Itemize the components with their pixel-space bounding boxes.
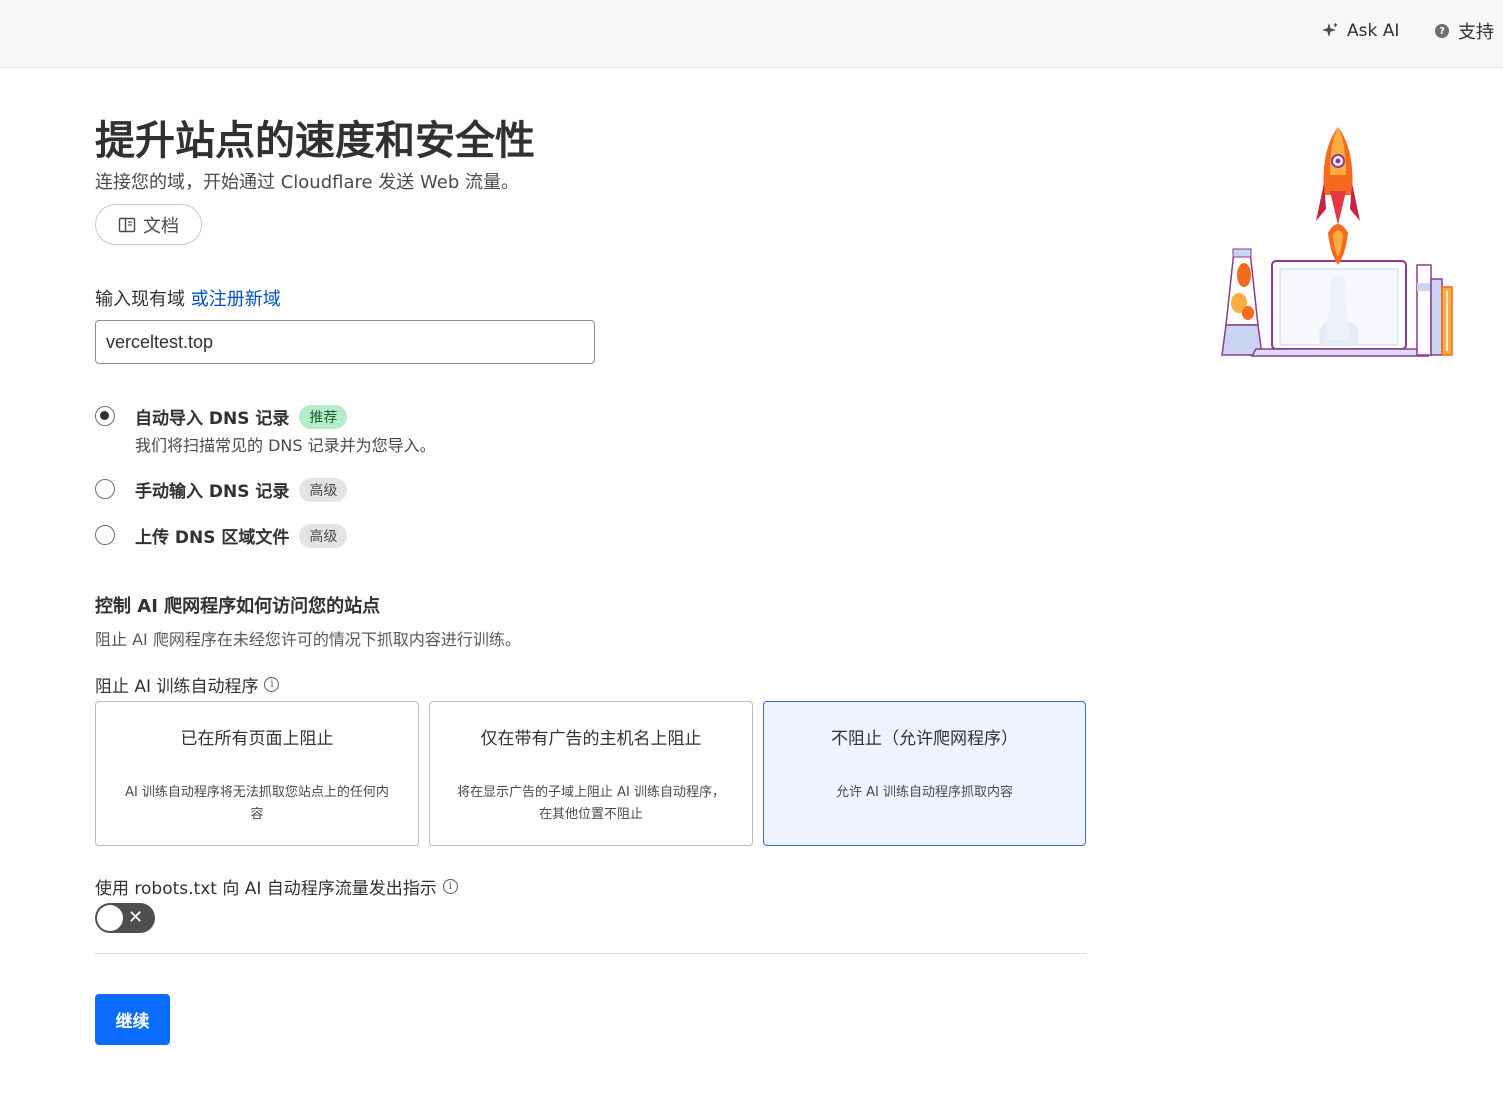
rocket-laptop-illustration <box>1221 127 1453 357</box>
toggle-knob <box>97 905 123 931</box>
divider <box>95 953 1086 954</box>
domain-label: 输入现有域 或注册新域 <box>95 285 281 311</box>
ask-ai-button[interactable]: Ask AI <box>1320 19 1399 43</box>
option-manual-dns[interactable]: 手动输入 DNS 记录 高级 <box>135 477 348 502</box>
advanced-badge: 高级 <box>299 523 348 548</box>
info-icon[interactable]: i <box>264 677 280 692</box>
book-icon <box>118 217 136 232</box>
card-description: AI 训练自动程序将无法抓取您站点上的任何内容 <box>125 785 389 822</box>
domain-input[interactable] <box>95 320 595 364</box>
sparkle-icon <box>1322 22 1338 37</box>
card-title: 已在所有页面上阻止 <box>180 729 334 749</box>
domain-label-text: 输入现有域 <box>95 289 185 310</box>
support-button[interactable]: ? 支持 <box>1435 19 1494 43</box>
robots-txt-label-text: 使用 robots.txt 向 AI 自动程序流量发出指示 <box>95 879 437 899</box>
register-domain-link[interactable]: 或注册新域 <box>191 289 281 310</box>
option-upload-zone-file[interactable]: 上传 DNS 区域文件 高级 <box>135 523 348 548</box>
robots-txt-toggle[interactable]: ✕ <box>95 903 155 933</box>
top-bar: Ask AI ? 支持 <box>0 0 1503 68</box>
radio-auto-import-dns[interactable] <box>95 406 115 426</box>
help-icon: ? <box>1435 24 1449 38</box>
card-do-not-block[interactable]: 不阻止（允许爬网程序） 允许 AI 训练自动程序抓取内容 <box>763 701 1086 846</box>
docs-button[interactable]: 文档 <box>95 204 202 245</box>
page-subtitle: 连接您的域，开始通过 Cloudflare 发送 Web 流量。 <box>95 172 519 193</box>
card-description: 允许 AI 训练自动程序抓取内容 <box>836 785 1013 800</box>
close-icon: ✕ <box>128 907 144 928</box>
radio-manual-dns[interactable] <box>95 479 115 499</box>
info-icon[interactable]: i <box>442 879 458 894</box>
option-manual-title: 手动输入 DNS 记录 <box>135 482 290 502</box>
ai-crawlers-description: 阻止 AI 爬网程序在未经您许可的情况下抓取内容进行训练。 <box>95 630 521 649</box>
block-ai-bots-label-text: 阻止 AI 训练自动程序 <box>95 677 259 697</box>
card-title: 不阻止（允许爬网程序） <box>831 729 1018 749</box>
card-description: 将在显示广告的子域上阻止 AI 训练自动程序，在其他位置不阻止 <box>457 785 725 822</box>
ask-ai-label: Ask AI <box>1347 21 1400 41</box>
card-block-ad-hostnames[interactable]: 仅在带有广告的主机名上阻止 将在显示广告的子域上阻止 AI 训练自动程序，在其他… <box>429 701 753 846</box>
advanced-badge: 高级 <box>299 477 348 502</box>
ai-crawlers-title: 控制 AI 爬网程序如何访问您的站点 <box>95 596 381 617</box>
option-auto-import-title: 自动导入 DNS 记录 <box>135 409 290 429</box>
robots-txt-label: 使用 robots.txt 向 AI 自动程序流量发出指示 i <box>95 874 458 899</box>
radio-upload-zone-file[interactable] <box>95 525 115 545</box>
option-auto-import-dns[interactable]: 自动导入 DNS 记录 推荐 <box>135 404 348 429</box>
continue-button[interactable]: 继续 <box>95 994 170 1045</box>
option-upload-title: 上传 DNS 区域文件 <box>135 528 290 548</box>
block-ai-bots-label: 阻止 AI 训练自动程序 i <box>95 672 280 697</box>
page-title: 提升站点的速度和安全性 <box>95 118 535 164</box>
support-label: 支持 <box>1458 22 1494 43</box>
card-title: 仅在带有广告的主机名上阻止 <box>480 729 702 749</box>
card-block-all-pages[interactable]: 已在所有页面上阻止 AI 训练自动程序将无法抓取您站点上的任何内容 <box>95 701 419 846</box>
docs-label: 文档 <box>143 215 179 237</box>
recommended-badge: 推荐 <box>299 404 348 429</box>
option-auto-import-description: 我们将扫描常见的 DNS 记录并为您导入。 <box>135 436 436 455</box>
